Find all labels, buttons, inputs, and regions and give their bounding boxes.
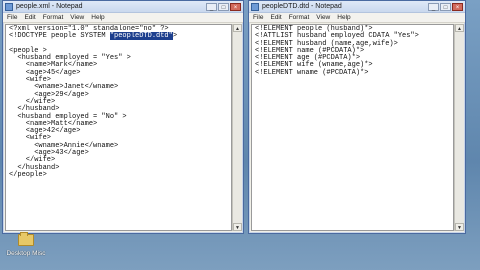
folder-icon: [18, 232, 34, 246]
code-line-doctype: <!DOCTYPE people SYSTEM "peopleDTD.dtd">: [9, 32, 228, 41]
menu-bar: File Edit Format View Help: [249, 13, 465, 23]
menu-file[interactable]: File: [253, 14, 263, 21]
text-editor[interactable]: <!ELEMENT people (husband)*> <!ATTLIST h…: [251, 24, 454, 231]
notepad-window-people-dtd[interactable]: peopleDTD.dtd - Notepad _ □ × File Edit …: [248, 0, 466, 234]
vertical-scrollbar[interactable]: ▲ ▼: [454, 24, 464, 231]
code-line: </people>: [9, 170, 47, 179]
scroll-down-icon[interactable]: ▼: [233, 223, 242, 231]
desktop-icon-label: Desktop Misc: [6, 250, 46, 257]
menu-view[interactable]: View: [70, 14, 84, 21]
menu-format[interactable]: Format: [43, 14, 64, 21]
menu-edit[interactable]: Edit: [24, 14, 35, 21]
window-title: people.xml - Notepad: [16, 3, 83, 10]
menu-format[interactable]: Format: [289, 14, 310, 21]
notepad-icon: [251, 2, 259, 11]
notepad-icon: [5, 2, 13, 11]
menu-help[interactable]: Help: [337, 14, 350, 21]
doctype-prefix: <!DOCTYPE people SYSTEM: [9, 32, 110, 41]
text-editor[interactable]: <?xml version="1.0" standalone="no" ?> <…: [5, 24, 232, 231]
scroll-up-icon[interactable]: ▲: [455, 24, 464, 32]
minimize-button[interactable]: _: [428, 2, 439, 11]
scroll-up-icon[interactable]: ▲: [233, 24, 242, 32]
selected-text[interactable]: "peopleDTD.dtd": [109, 32, 173, 41]
window-title: peopleDTD.dtd - Notepad: [262, 3, 342, 10]
menu-bar: File Edit Format View Help: [3, 13, 243, 23]
vertical-scrollbar[interactable]: ▲ ▼: [232, 24, 242, 231]
menu-edit[interactable]: Edit: [270, 14, 281, 21]
desktop-shortcut[interactable]: Desktop Misc: [6, 232, 46, 268]
title-bar[interactable]: peopleDTD.dtd - Notepad _ □ ×: [249, 1, 465, 13]
menu-help[interactable]: Help: [91, 14, 104, 21]
code-line: <!ELEMENT wname (#PCDATA)*>: [255, 68, 369, 77]
maximize-button[interactable]: □: [440, 2, 451, 11]
menu-view[interactable]: View: [316, 14, 330, 21]
close-button[interactable]: ×: [452, 2, 463, 11]
close-button[interactable]: ×: [230, 2, 241, 11]
maximize-button[interactable]: □: [218, 2, 229, 11]
scroll-down-icon[interactable]: ▼: [455, 223, 464, 231]
menu-file[interactable]: File: [7, 14, 17, 21]
title-bar[interactable]: people.xml - Notepad _ □ ×: [3, 1, 243, 13]
doctype-end: >: [172, 32, 178, 41]
notepad-window-people-xml[interactable]: people.xml - Notepad _ □ × File Edit For…: [2, 0, 244, 234]
minimize-button[interactable]: _: [206, 2, 217, 11]
